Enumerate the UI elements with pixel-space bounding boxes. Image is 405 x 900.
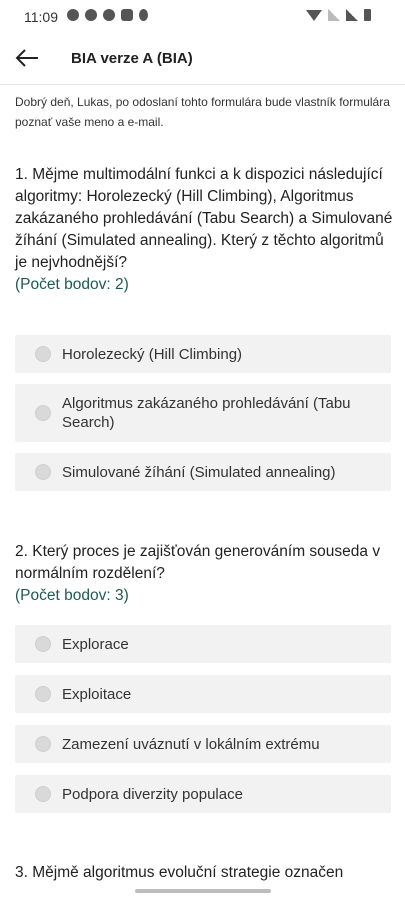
back-button[interactable]: [14, 46, 40, 70]
option-label: Explorace: [62, 635, 129, 653]
option-diversity[interactable]: Podpora diverzity populace: [15, 775, 391, 813]
option-label: Podpora diverzity populace: [62, 785, 243, 803]
question-text: 2. Který proces je zajišťován generování…: [15, 543, 381, 582]
radio-unchecked-icon[interactable]: [35, 736, 51, 752]
option-tabu-search[interactable]: Algoritmus zakázaného prohledávání (Tabu…: [15, 384, 391, 442]
option-label: Horolezecký (Hill Climbing): [62, 345, 243, 363]
wifi-icon: [306, 10, 322, 21]
question-text: 3. Mějmě algoritmus evoluční strategie o…: [15, 864, 344, 881]
page-title: BIA verze A (BIA): [71, 50, 193, 67]
app-header: BIA verze A (BIA): [0, 34, 405, 85]
status-time: 11:09: [24, 9, 58, 25]
question-points: (Počet bodov: 2): [15, 276, 129, 293]
system-icons: [306, 9, 371, 21]
home-indicator[interactable]: [135, 889, 271, 893]
question-2: 2. Který proces je zajišťován generování…: [15, 541, 395, 607]
option-label: Simulované žíhání (Simulated annealing): [62, 463, 336, 481]
option-simulated-annealing[interactable]: Simulované žíhání (Simulated annealing): [15, 453, 391, 491]
option-hill-climbing[interactable]: Horolezecký (Hill Climbing): [15, 335, 391, 373]
messenger-icon: [67, 9, 79, 21]
status-bar: 11:09: [0, 0, 405, 34]
option-exploitace[interactable]: Exploitace: [15, 675, 391, 713]
option-label: Algoritmus zakázaného prohledávání (Tabu…: [62, 395, 351, 431]
radio-unchecked-icon[interactable]: [35, 405, 51, 421]
option-label: Exploitace: [62, 685, 132, 703]
radio-unchecked-icon[interactable]: [35, 636, 51, 652]
option-explorace[interactable]: Explorace: [15, 625, 391, 663]
notification-icons: [67, 9, 148, 21]
arrow-left-icon: [15, 49, 38, 67]
option-local-extreme[interactable]: Zamezení uváznutí v lokálním extrému: [15, 725, 391, 763]
location-icon: [139, 9, 148, 21]
messenger-icon: [85, 9, 97, 21]
question-1: 1. Mějme multimodální funkci a k dispozi…: [15, 164, 395, 296]
messenger-icon: [103, 9, 115, 21]
question-text: 1. Mějme multimodální funkci a k dispozi…: [15, 166, 393, 271]
radio-unchecked-icon[interactable]: [35, 686, 51, 702]
intro-notice: Dobrý deň, Lukas, po odoslaní tohto form…: [15, 95, 390, 129]
battery-icon: [364, 9, 371, 21]
signal-icon: [328, 9, 340, 21]
question-3: 3. Mějmě algoritmus evoluční strategie o…: [15, 862, 395, 884]
radio-unchecked-icon[interactable]: [35, 786, 51, 802]
option-label: Zamezení uváznutí v lokálním extrému: [62, 735, 320, 753]
radio-unchecked-icon[interactable]: [35, 346, 51, 362]
signal-icon: [346, 9, 358, 21]
instagram-icon: [121, 9, 133, 21]
question-points: (Počet bodov: 3): [15, 587, 129, 604]
radio-unchecked-icon[interactable]: [35, 464, 51, 480]
